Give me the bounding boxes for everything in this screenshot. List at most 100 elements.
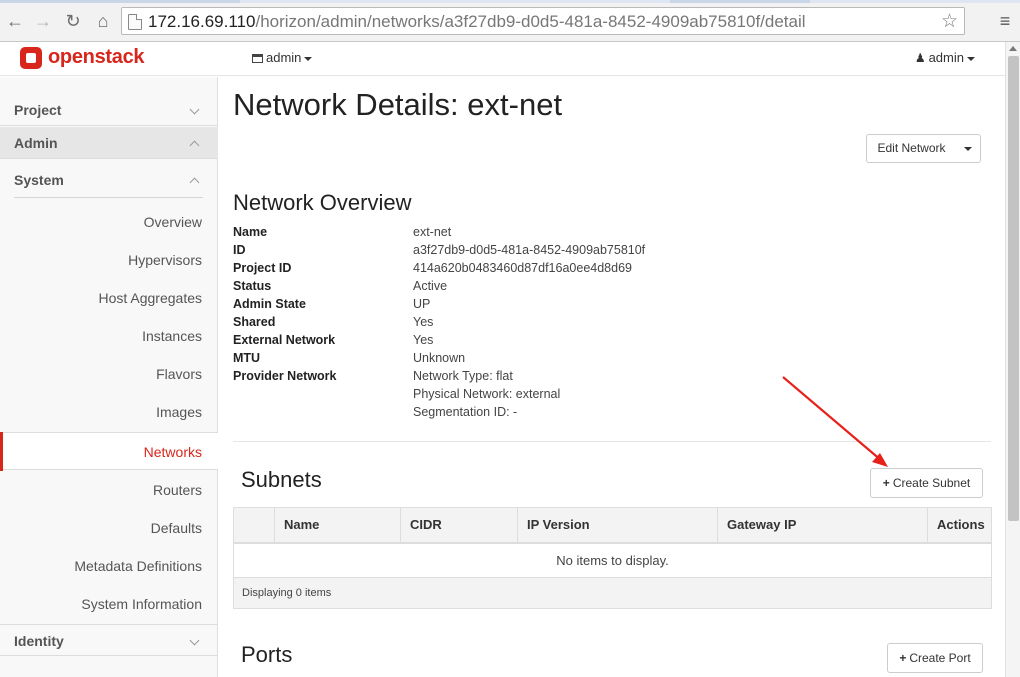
- scroll-up-arrow-icon[interactable]: [1009, 46, 1017, 51]
- detail-value: Unknown: [413, 351, 466, 365]
- sidebar-item-routers[interactable]: Routers: [0, 471, 218, 509]
- sidebar-item-system-information[interactable]: System Information: [0, 585, 218, 623]
- detail-value: 414a620b0483460d87df16a0ee4d8d69: [413, 261, 632, 275]
- detail-row: Name ext-net: [233, 225, 833, 243]
- user-dropdown-label: admin: [928, 50, 964, 65]
- plus-icon: +: [882, 476, 890, 490]
- sidebar-item-instances[interactable]: Instances: [0, 317, 218, 355]
- column-header-ip-version[interactable]: IP Version: [518, 508, 718, 542]
- subnets-table: Name CIDR IP Version Gateway IP Actions …: [233, 507, 992, 609]
- column-header-name[interactable]: Name: [275, 508, 401, 542]
- detail-row: Provider Network Network Type: flat: [233, 369, 833, 387]
- project-dropdown-label: admin: [266, 50, 302, 65]
- page-title: Network Details: ext-net: [233, 87, 563, 122]
- select-all-column[interactable]: [234, 508, 275, 542]
- main-content: Network Details: ext-net Edit Network Ne…: [218, 77, 1005, 677]
- url-text[interactable]: 172.16.69.110/horizon/admin/networks/a3f…: [148, 12, 806, 32]
- create-port-button[interactable]: + Create Port: [887, 643, 983, 673]
- detail-label: ID: [233, 243, 246, 257]
- chevron-down-icon: [189, 635, 200, 646]
- chevron-down-icon: [964, 147, 972, 151]
- network-overview-title: Network Overview: [233, 190, 412, 215]
- sidebar-item-overview[interactable]: Overview: [0, 203, 218, 241]
- user-icon: ♟: [914, 51, 926, 65]
- top-navbar: openstack admin ♟ admin: [0, 42, 1005, 76]
- sidebar-item-defaults[interactable]: Defaults: [0, 509, 218, 547]
- sidebar-group-system[interactable]: System: [0, 164, 218, 196]
- bookmark-star-icon[interactable]: ☆: [941, 10, 958, 33]
- divider: [14, 197, 203, 198]
- detail-row: ID a3f27db9-d0d5-481a-8452-4909ab75810f: [233, 243, 833, 261]
- sidebar-panel-label: Project: [14, 102, 62, 118]
- detail-row: Physical Network: external: [233, 387, 833, 405]
- detail-label: Status: [233, 279, 272, 293]
- forward-arrow-icon[interactable]: →: [32, 10, 54, 32]
- browser-toolbar: ← → ↻ ⌂ 172.16.69.110/horizon/admin/netw…: [0, 0, 1020, 42]
- scrollbar-thumb[interactable]: [1008, 56, 1019, 521]
- detail-label: Provider Network: [233, 369, 337, 383]
- detail-value: Network Type: flat: [413, 369, 513, 383]
- detail-label: MTU: [233, 351, 261, 365]
- back-arrow-icon[interactable]: ←: [4, 10, 26, 32]
- divider: [233, 441, 991, 442]
- url-path: /horizon/admin/networks/a3f27db9-d0d5-48…: [255, 12, 806, 31]
- sidebar-panel-label: Identity: [14, 633, 64, 649]
- column-header-cidr[interactable]: CIDR: [401, 508, 518, 542]
- network-details-list: Name ext-net ID a3f27db9-d0d5-481a-8452-49…: [233, 225, 833, 423]
- detail-row: Shared Yes: [233, 315, 833, 333]
- detail-value: ext-net: [413, 225, 452, 239]
- sidebar-item-hypervisors[interactable]: Hypervisors: [0, 241, 218, 279]
- detail-value: Physical Network: external: [413, 387, 561, 401]
- detail-value: Active: [413, 279, 448, 293]
- brand-name[interactable]: openstack: [48, 46, 145, 69]
- detail-value: Yes: [413, 315, 434, 329]
- empty-table-message: No items to display.: [234, 544, 991, 578]
- sidebar: Project Admin System Overview Hypervisor…: [0, 77, 218, 677]
- address-bar[interactable]: 172.16.69.110/horizon/admin/networks/a3f…: [121, 7, 965, 35]
- create-subnet-label: Create Subnet: [892, 476, 971, 490]
- page-scrollbar[interactable]: [1005, 42, 1020, 677]
- create-subnet-button[interactable]: + Create Subnet: [870, 468, 983, 498]
- detail-row: MTU Unknown: [233, 351, 833, 369]
- table-header: Name CIDR IP Version Gateway IP Actions: [234, 508, 991, 544]
- column-header-gateway-ip[interactable]: Gateway IP: [718, 508, 928, 542]
- detail-value: Yes: [413, 333, 434, 347]
- sidebar-item-metadata-definitions[interactable]: Metadata Definitions: [0, 547, 218, 585]
- sidebar-item-networks[interactable]: Networks: [0, 432, 218, 471]
- chevron-down-icon: [304, 56, 313, 61]
- project-dropdown[interactable]: admin: [252, 50, 313, 65]
- detail-label: Project ID: [233, 261, 292, 275]
- chevron-down-icon: [967, 56, 975, 61]
- home-icon[interactable]: ⌂: [92, 10, 114, 32]
- create-port-label: Create Port: [909, 651, 971, 665]
- detail-value: Segmentation ID: -: [413, 405, 518, 419]
- sidebar-panel-label: Admin: [14, 135, 58, 151]
- user-dropdown[interactable]: ♟ admin: [915, 50, 975, 65]
- detail-label: External Network: [233, 333, 336, 347]
- sidebar-panel-admin[interactable]: Admin: [0, 127, 218, 159]
- table-footer: Displaying 0 items: [234, 578, 991, 608]
- chevron-up-icon: [189, 177, 200, 188]
- sidebar-group-label: System: [14, 172, 64, 188]
- detail-label: Shared: [233, 315, 276, 329]
- sidebar-item-host-aggregates[interactable]: Host Aggregates: [0, 279, 218, 317]
- sidebar-panel-project[interactable]: Project: [0, 94, 218, 126]
- reload-icon[interactable]: ↻: [62, 10, 84, 32]
- column-header-actions: Actions: [937, 517, 985, 532]
- detail-row: Segmentation ID: -: [233, 405, 833, 423]
- edit-network-dropdown-toggle[interactable]: [956, 134, 981, 163]
- browser-menu-icon[interactable]: ≡: [996, 10, 1014, 32]
- openstack-logo-icon[interactable]: [20, 47, 42, 69]
- subnets-title: Subnets: [241, 467, 322, 492]
- detail-row: Admin State UP: [233, 297, 833, 315]
- edit-network-button[interactable]: Edit Network: [866, 134, 957, 163]
- detail-value: UP: [413, 297, 431, 311]
- chevron-down-icon: [189, 104, 200, 115]
- detail-row: Project ID 414a620b0483460d87df16a0ee4d8d…: [233, 261, 833, 279]
- detail-row: External Network Yes: [233, 333, 833, 351]
- page-icon: [128, 14, 142, 30]
- detail-label: Name: [233, 225, 268, 239]
- sidebar-item-images[interactable]: Images: [0, 393, 218, 431]
- sidebar-item-flavors[interactable]: Flavors: [0, 355, 218, 393]
- sidebar-panel-identity[interactable]: Identity: [0, 624, 218, 656]
